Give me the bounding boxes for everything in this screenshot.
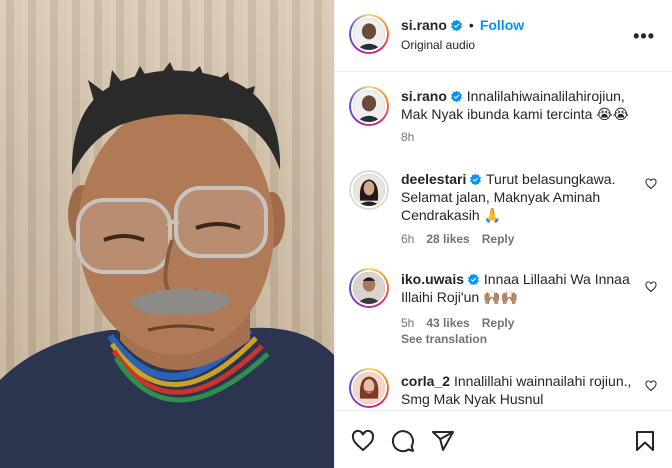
caption-text-block: si.rano Innalilahiwainalilahirojiun, Mak… [401, 87, 637, 123]
author-avatar-image [353, 18, 385, 50]
reply-button[interactable]: Reply [482, 316, 515, 330]
share-icon[interactable] [431, 429, 455, 453]
comment-likes[interactable]: 43 likes [426, 316, 469, 330]
comment-like-heart-icon[interactable] [645, 281, 657, 293]
caption-meta: 8h [401, 130, 426, 144]
comment-text-block: deelestari Turut belasungkawa. Selamat j… [401, 170, 637, 224]
verified-badge-icon [470, 173, 482, 186]
commenter-avatar-image [353, 372, 385, 404]
bookmark-icon[interactable] [633, 429, 657, 453]
author-line: si.rano • Follow [401, 17, 524, 35]
comment-username[interactable]: deelestari [401, 171, 466, 187]
verified-badge-icon [450, 19, 462, 32]
comment-username[interactable]: corla_2 [401, 373, 450, 389]
comment-likes[interactable]: 28 likes [426, 232, 469, 246]
caption-time[interactable]: 8h [401, 130, 414, 144]
comment-icon[interactable] [391, 429, 415, 453]
caption-avatar[interactable] [349, 86, 389, 126]
commenter-avatar-image [353, 174, 385, 206]
verified-badge-icon [468, 273, 480, 286]
commenter-avatar[interactable] [349, 170, 389, 210]
caption-username[interactable]: si.rano [401, 88, 447, 104]
caption-row: si.rano Innalilahiwainalilahirojiun, Mak… [335, 72, 672, 152]
video-frame-image [0, 62, 334, 468]
see-translation-link[interactable]: See translation [401, 332, 487, 346]
author-avatar[interactable] [349, 14, 389, 54]
separator-dot: • [468, 17, 474, 33]
comment-text-block: corla_2 Innalillahi wainnailahi rojiun.,… [401, 372, 637, 408]
comment-like-heart-icon[interactable] [645, 178, 657, 190]
comment-text-block: iko.uwais Innaa Lillaahi Wa Innaa Illaih… [401, 270, 637, 306]
action-bar [335, 410, 672, 468]
commenter-avatar-image [353, 272, 385, 304]
comment-meta: 6h 28 likes Reply [401, 232, 526, 246]
post-side-panel: si.rano • Follow Original audio ••• si.ran… [334, 0, 672, 468]
comment-row: corla_2 Innalillahi wainnailahi rojiun.,… [335, 368, 672, 410]
heart-icon[interactable] [351, 429, 375, 453]
comment-row: iko.uwais Innaa Lillaahi Wa Innaa Illaih… [335, 266, 672, 352]
comment-username[interactable]: iko.uwais [401, 271, 464, 287]
author-username[interactable]: si.rano [401, 17, 447, 33]
verified-badge-icon [450, 90, 462, 103]
commenter-avatar[interactable] [349, 368, 389, 408]
post-media[interactable] [0, 0, 334, 468]
caption-avatar-image [353, 90, 385, 122]
comment-time[interactable]: 6h [401, 232, 414, 246]
comment-time[interactable]: 5h [401, 316, 414, 330]
comment-meta: 5h 43 likes Reply [401, 316, 526, 330]
comment-like-heart-icon[interactable] [645, 380, 657, 392]
audio-label[interactable]: Original audio [401, 38, 475, 52]
follow-button[interactable]: Follow [480, 17, 524, 33]
more-options-icon[interactable]: ••• [633, 26, 655, 47]
commenter-avatar[interactable] [349, 268, 389, 308]
reply-button[interactable]: Reply [482, 232, 515, 246]
post-header: si.rano • Follow Original audio ••• [335, 0, 672, 72]
comment-row: deelestari Turut belasungkawa. Selamat j… [335, 166, 672, 256]
